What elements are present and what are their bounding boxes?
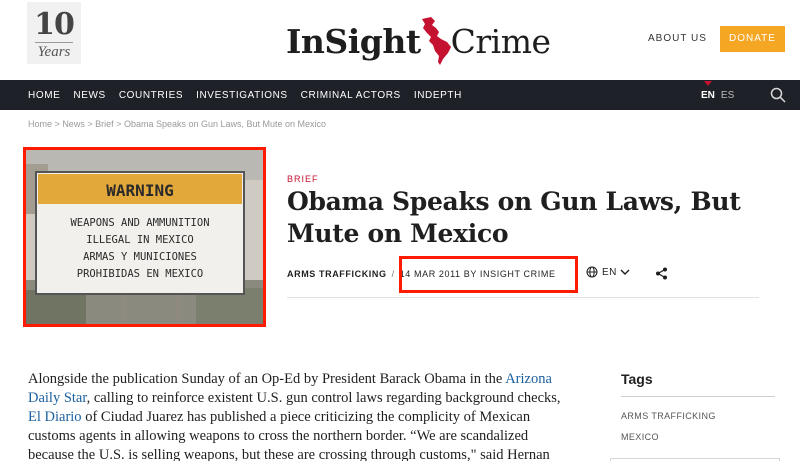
chevron-down-icon bbox=[620, 269, 630, 275]
language-switcher: EN ES bbox=[701, 80, 734, 110]
logo-text-right: Crime bbox=[450, 21, 551, 61]
body-text-segment: , calling to reinforce existent U.S. gun… bbox=[86, 390, 561, 406]
breadcrumb-news[interactable]: News bbox=[62, 119, 85, 129]
about-us-link[interactable]: ABOUT US bbox=[648, 33, 707, 44]
lang-en[interactable]: EN bbox=[701, 80, 715, 101]
article-language-select[interactable]: EN bbox=[586, 266, 630, 278]
logo-text-left: InSight bbox=[286, 21, 421, 61]
search-icon[interactable] bbox=[770, 87, 786, 103]
nav-item-indepth[interactable]: INDEPTH bbox=[414, 90, 462, 101]
tag-link-mexico[interactable]: MEXICO bbox=[621, 432, 659, 442]
featured-image: WARNING WEAPONS AND AMMUNITION ILLEGAL I… bbox=[26, 150, 263, 324]
featured-image-highlight: WARNING WEAPONS AND AMMUNITION ILLEGAL I… bbox=[23, 147, 266, 327]
tags-divider bbox=[621, 396, 775, 397]
sign-header-text: WARNING bbox=[106, 181, 173, 200]
body-text-segment: of Ciudad Juarez has published a piece c… bbox=[28, 409, 550, 461]
nav-items: HOME NEWS COUNTRIES INVESTIGATIONS CRIMI… bbox=[28, 80, 475, 110]
nav-item-news[interactable]: NEWS bbox=[73, 90, 105, 101]
nav-item-countries[interactable]: COUNTRIES bbox=[119, 90, 183, 101]
meta-divider bbox=[287, 297, 759, 298]
date-highlight-box bbox=[399, 256, 578, 293]
breadcrumb: Home > News > Brief > Obama Speaks on Gu… bbox=[28, 119, 326, 129]
breadcrumb-separator: > bbox=[54, 119, 60, 129]
breadcrumb-home[interactable]: Home bbox=[28, 119, 52, 129]
nav-item-investigations[interactable]: INVESTIGATIONS bbox=[196, 90, 288, 101]
breadcrumb-brief[interactable]: Brief bbox=[95, 119, 114, 129]
main-nav: HOME NEWS COUNTRIES INVESTIGATIONS CRIMI… bbox=[0, 80, 800, 110]
meta-separator: / bbox=[391, 269, 395, 279]
sign-line-3: ARMAS Y MUNICIONES bbox=[83, 251, 197, 263]
anniversary-number: 10 bbox=[34, 7, 75, 42]
article-topic-link[interactable]: ARMS TRAFFICKING bbox=[287, 269, 387, 279]
nav-item-criminal-actors[interactable]: CRIMINAL ACTORS bbox=[301, 90, 401, 101]
share-icon[interactable] bbox=[655, 267, 668, 280]
sign-line-1: WEAPONS AND AMMUNITION bbox=[70, 217, 209, 229]
anniversary-label: Years bbox=[35, 42, 73, 60]
article-language-value: EN bbox=[602, 266, 617, 278]
nav-item-home[interactable]: HOME bbox=[28, 90, 60, 101]
site-logo[interactable]: InSight Crime bbox=[286, 14, 551, 68]
body-text-segment: Alongside the publication Sunday of an O… bbox=[28, 371, 506, 387]
tag-link-arms-trafficking[interactable]: ARMS TRAFFICKING bbox=[621, 411, 716, 421]
article-title: Obama Speaks on Gun Laws, But Mute on Me… bbox=[287, 187, 741, 248]
tags-heading: Tags bbox=[621, 371, 653, 387]
globe-icon bbox=[586, 266, 598, 278]
breadcrumb-separator: > bbox=[87, 119, 93, 129]
donate-button[interactable]: DONATE bbox=[720, 26, 785, 52]
breadcrumb-separator: > bbox=[116, 119, 122, 129]
sign-line-4: PROHIBIDAS EN MEXICO bbox=[77, 268, 203, 280]
article-category[interactable]: BRIEF bbox=[287, 174, 319, 184]
sign-line-2: ILLEGAL IN MEXICO bbox=[86, 234, 193, 246]
article-body-paragraph: Alongside the publication Sunday of an O… bbox=[28, 370, 566, 461]
breadcrumb-current: Obama Speaks on Gun Laws, But Mute on Me… bbox=[123, 119, 327, 129]
anniversary-badge[interactable]: 10 Years bbox=[27, 2, 81, 64]
el-diario-link[interactable]: El Diario bbox=[28, 409, 82, 425]
americas-map-icon bbox=[421, 17, 451, 65]
lang-es[interactable]: ES bbox=[721, 90, 734, 101]
site-header: 10 Years InSight Crime ABOUT US DONATE bbox=[0, 0, 800, 80]
